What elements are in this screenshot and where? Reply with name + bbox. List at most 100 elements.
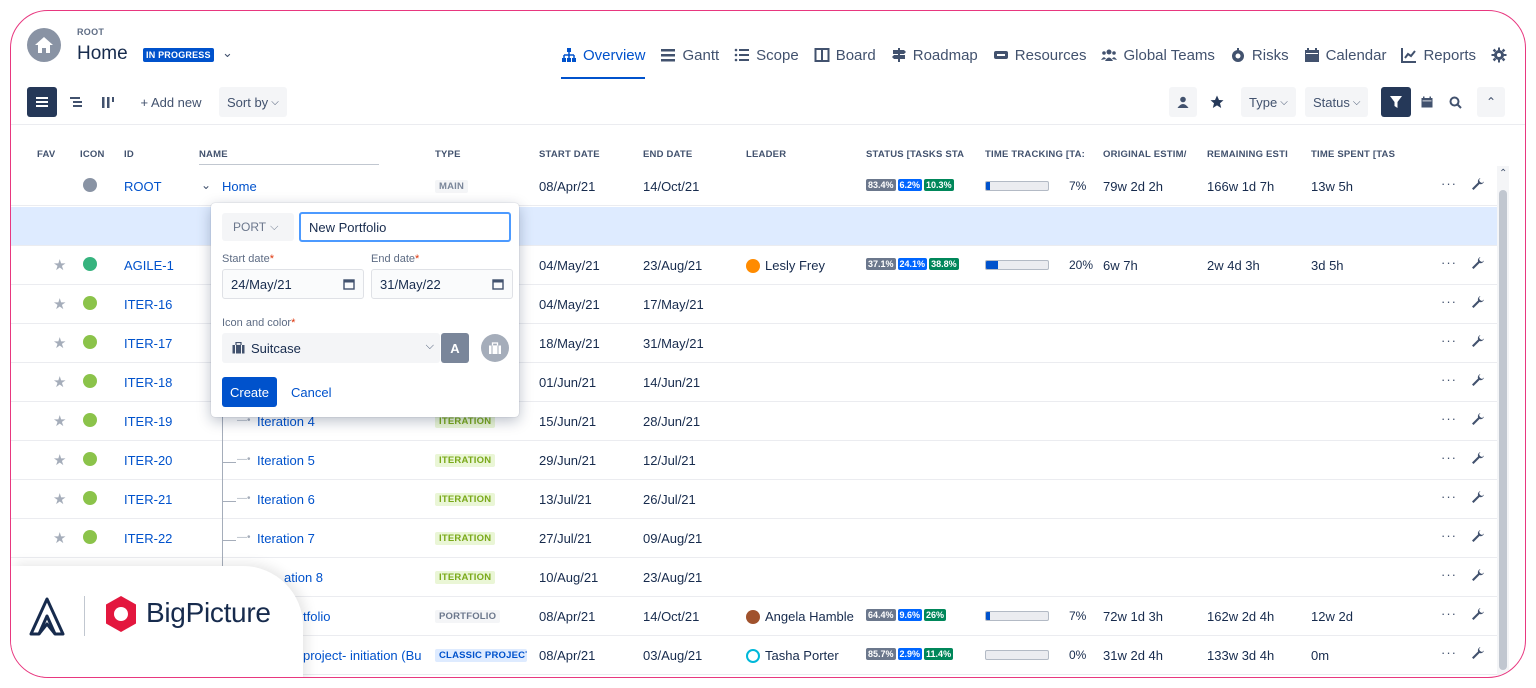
col-icon[interactable]: ICON [80, 149, 105, 160]
col-end-date[interactable]: END DATE [643, 149, 692, 160]
type-filter-dropdown[interactable]: Type ⌵ [1241, 87, 1296, 117]
col-remaining-estimate[interactable]: REMAINING ESTI [1207, 149, 1305, 160]
row-name[interactable]: project- initiation (Bu [303, 648, 433, 663]
more-icon[interactable]: ··· [1441, 294, 1457, 309]
table-row[interactable]: ROOT ⌄ Home MAIN 08/Apr/21 14/Oct/21 83.… [11, 167, 1501, 206]
sort-by-dropdown[interactable]: Sort by ⌵ [219, 87, 287, 117]
table-row[interactable]: ★ ITER-22 —• Iteration 7 ITERATION 27/Ju… [11, 519, 1501, 558]
chevron-down-icon[interactable]: ⌄ [201, 178, 211, 192]
star-icon[interactable]: ★ [53, 490, 66, 508]
chevron-up-icon[interactable]: ⌃ [1499, 168, 1507, 179]
more-icon[interactable]: ··· [1441, 645, 1457, 660]
col-status[interactable]: STATUS [TASKS STA [866, 149, 978, 160]
calendar-icon[interactable] [343, 278, 355, 290]
col-time-spent[interactable]: TIME SPENT [TAS [1311, 149, 1409, 160]
status-filter-dropdown[interactable]: Status ⌵ [1305, 87, 1369, 117]
wrench-icon[interactable] [1471, 529, 1485, 546]
star-icon[interactable]: ★ [53, 295, 66, 313]
tree-view-button[interactable] [63, 87, 89, 117]
calendar-icon[interactable] [492, 278, 504, 290]
star-icon[interactable]: ★ [53, 529, 66, 547]
end-date-input[interactable]: 31/May/22 [371, 269, 513, 299]
tab-reports[interactable]: Reports [1401, 43, 1476, 67]
wrench-icon[interactable] [1471, 646, 1485, 663]
settings-button[interactable] [1491, 43, 1507, 67]
more-icon[interactable]: ··· [1441, 176, 1457, 191]
create-button[interactable]: Create [222, 377, 277, 407]
leader[interactable]: Lesly Frey [746, 258, 825, 273]
row-name[interactable]: Home [222, 179, 257, 194]
star-icon[interactable]: ★ [53, 334, 66, 352]
user-filter-button[interactable] [1169, 87, 1197, 117]
more-icon[interactable]: ··· [1441, 411, 1457, 426]
item-name-input[interactable]: New Portfolio [299, 212, 511, 242]
tab-scope[interactable]: Scope [734, 43, 799, 67]
calendar-filter-button[interactable] [1415, 87, 1439, 117]
col-time-tracking[interactable]: TIME TRACKING [TA: [985, 149, 1093, 160]
tab-board[interactable]: Board [814, 43, 876, 67]
status-badge[interactable]: IN PROGRESS [143, 48, 214, 62]
row-id[interactable]: ITER-20 [124, 453, 172, 468]
letter-color-button[interactable]: A [441, 333, 469, 363]
leader[interactable]: Tasha Porter [746, 648, 839, 663]
row-id[interactable]: ITER-19 [124, 414, 172, 429]
tab-gantt[interactable]: Gantt [660, 43, 719, 67]
row-id[interactable]: ITER-17 [124, 336, 172, 351]
wrench-icon[interactable] [1471, 607, 1485, 624]
wrench-icon[interactable] [1471, 490, 1485, 507]
star-icon[interactable]: ★ [53, 451, 66, 469]
tab-roadmap[interactable]: Roadmap [891, 43, 978, 67]
scroll-thumb[interactable] [1499, 190, 1507, 670]
more-icon[interactable]: ··· [1441, 372, 1457, 387]
col-name[interactable]: NAME [199, 149, 228, 160]
col-original-estimate[interactable]: ORIGINAL ESTIM/ [1103, 149, 1201, 160]
collapse-toolbar-button[interactable]: ⌃ [1477, 87, 1505, 117]
cancel-button[interactable]: Cancel [291, 385, 331, 400]
table-row[interactable]: ★ ITER-21 —• Iteration 6 ITERATION 13/Ju… [11, 480, 1501, 519]
star-icon[interactable]: ★ [53, 256, 66, 274]
row-name[interactable]: Iteration 5 [257, 453, 315, 468]
tab-overview[interactable]: Overview [560, 43, 645, 79]
col-id[interactable]: ID [124, 149, 134, 160]
more-icon[interactable]: ··· [1441, 606, 1457, 621]
favorite-filter-button[interactable] [1205, 87, 1229, 117]
wrench-icon[interactable] [1471, 295, 1485, 312]
row-id[interactable]: ITER-22 [124, 531, 172, 546]
more-icon[interactable]: ··· [1441, 489, 1457, 504]
icon-preview[interactable] [481, 334, 509, 362]
tab-global-teams[interactable]: Global Teams [1101, 43, 1215, 67]
wrench-icon[interactable] [1471, 412, 1485, 429]
star-icon[interactable]: ★ [53, 412, 66, 430]
icon-select[interactable]: Suitcase ⌵ [222, 333, 440, 363]
add-new-button[interactable]: + Add new [133, 87, 209, 117]
breadcrumb[interactable]: ROOT [77, 27, 104, 37]
more-icon[interactable]: ··· [1441, 255, 1457, 270]
col-type[interactable]: TYPE [435, 149, 461, 160]
tab-resources[interactable]: Resources [993, 43, 1086, 67]
columns-view-button[interactable] [95, 87, 121, 117]
filter-button[interactable] [1381, 87, 1411, 117]
more-icon[interactable]: ··· [1441, 450, 1457, 465]
more-icon[interactable]: ··· [1441, 528, 1457, 543]
search-button[interactable] [1443, 87, 1467, 117]
row-id[interactable]: ITER-21 [124, 492, 172, 507]
col-fav[interactable]: FAV [37, 149, 55, 160]
row-name[interactable]: ation 8 [284, 570, 323, 585]
start-date-input[interactable]: 24/May/21 [222, 269, 364, 299]
row-id[interactable]: ROOT [124, 179, 162, 194]
star-icon[interactable]: ★ [53, 373, 66, 391]
wrench-icon[interactable] [1471, 334, 1485, 351]
more-icon[interactable]: ··· [1441, 333, 1457, 348]
scrollbar[interactable]: ⌃ [1497, 166, 1509, 676]
row-name[interactable]: Iteration 6 [257, 492, 315, 507]
row-id[interactable]: ITER-18 [124, 375, 172, 390]
home-avatar[interactable] [27, 28, 61, 62]
chevron-down-icon[interactable]: ⌄ [222, 45, 233, 61]
row-name[interactable]: Iteration 7 [257, 531, 315, 546]
row-name[interactable]: tfolio [303, 609, 330, 624]
wrench-icon[interactable] [1471, 568, 1485, 585]
wrench-icon[interactable] [1471, 177, 1485, 194]
item-type-dropdown[interactable]: PORT ⌵ [222, 213, 294, 241]
more-icon[interactable]: ··· [1441, 567, 1457, 582]
table-row[interactable]: ★ ITER-20 —• Iteration 5 ITERATION 29/Ju… [11, 441, 1501, 480]
